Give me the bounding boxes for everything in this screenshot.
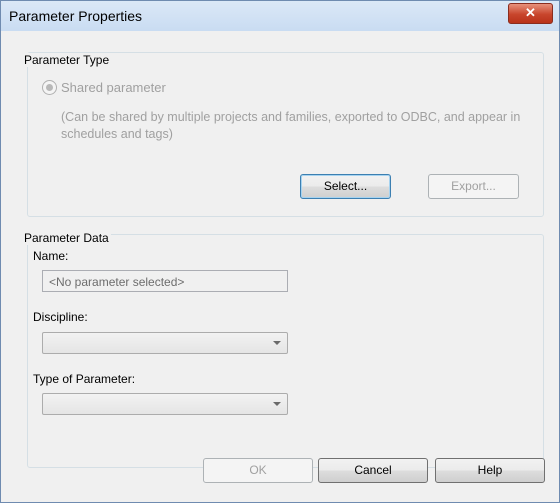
close-button[interactable]: ✕ <box>508 3 553 24</box>
close-icon: ✕ <box>525 5 536 20</box>
type-of-parameter-label: Type of Parameter: <box>33 372 136 386</box>
discipline-dropdown[interactable] <box>42 332 288 354</box>
name-label: Name: <box>33 249 69 263</box>
shared-parameter-label: Shared parameter <box>61 80 166 95</box>
help-button[interactable]: Help <box>435 458 545 483</box>
window-title: Parameter Properties <box>9 8 143 24</box>
discipline-label: Discipline: <box>33 310 88 324</box>
parameter-data-label: Parameter Data <box>22 231 111 245</box>
shared-parameter-radio[interactable] <box>42 80 57 95</box>
chevron-down-icon <box>273 341 281 345</box>
ok-button[interactable]: OK <box>203 458 313 483</box>
type-of-parameter-dropdown[interactable] <box>42 393 288 415</box>
chevron-down-icon <box>273 402 281 406</box>
export-button[interactable]: Export... <box>428 174 519 199</box>
shared-parameter-description: (Can be shared by multiple projects and … <box>61 110 521 141</box>
name-field[interactable]: <No parameter selected> <box>42 270 288 292</box>
dialog-content: Parameter Type Shared parameter (Can be … <box>8 31 552 494</box>
title-bar[interactable]: Parameter Properties ✕ <box>1 1 559 31</box>
select-button[interactable]: Select... <box>300 174 391 199</box>
cancel-button[interactable]: Cancel <box>318 458 428 483</box>
parameter-properties-dialog: Parameter Properties ✕ Parameter Type Sh… <box>0 0 560 503</box>
parameter-type-label: Parameter Type <box>22 53 112 67</box>
